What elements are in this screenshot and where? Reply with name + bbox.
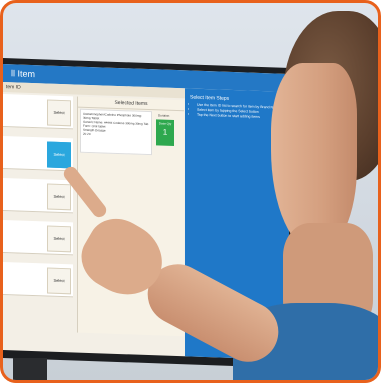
selected-item-card[interactable]: Acetaminophen/Codeine Phosphate 300mg-30… [80,108,152,156]
help-steps: Use the Item ID list to search for item … [189,102,280,120]
select-button[interactable]: Select [47,225,71,253]
dose-qty-label: Dose Qty [158,121,172,126]
select-button-active[interactable]: Select [47,141,71,169]
photo-frame: ll Item tem ID Select Select Select Sele… [0,0,381,383]
monitor-stand [13,358,47,380]
duration-box[interactable]: Dose Qty 1 [156,119,174,146]
select-button[interactable]: Select [47,99,71,127]
list-item: Select [3,135,73,172]
help-heading: Select Item Steps [190,94,230,102]
item-list: Select Select Select Select Select [3,93,73,332]
select-button[interactable]: Select [47,267,71,295]
list-item: Select [3,261,73,298]
duration-label: Duration [158,113,170,118]
select-button[interactable]: Select [47,183,71,211]
duration-value: 1 [162,127,168,137]
list-item: Select [3,219,73,256]
list-item: Select [3,177,73,214]
list-item: Select [3,93,73,130]
